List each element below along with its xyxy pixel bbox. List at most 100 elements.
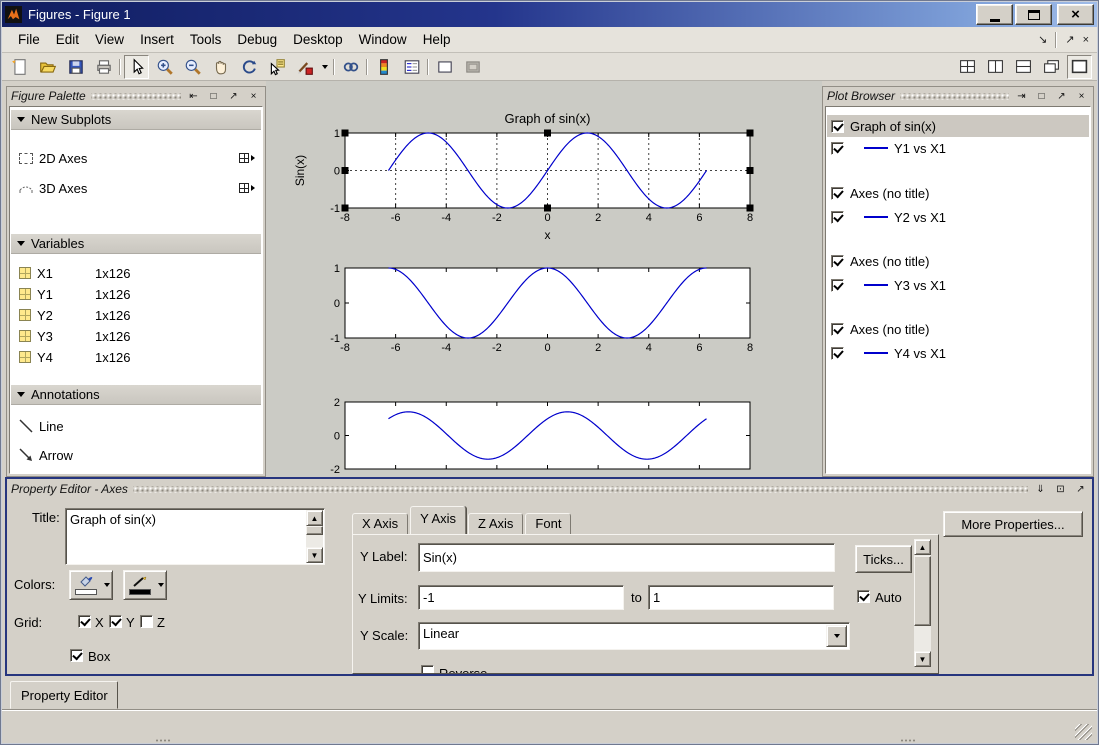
new-figure-button[interactable] xyxy=(7,55,32,79)
insert-colorbar-button[interactable] xyxy=(371,55,396,79)
visibility-checkbox[interactable] xyxy=(831,211,844,224)
visibility-checkbox[interactable] xyxy=(831,120,844,133)
ticks-button[interactable]: Ticks... xyxy=(855,545,912,573)
tile-grid-button[interactable] xyxy=(955,55,980,79)
annotation-item-line[interactable]: Line xyxy=(11,415,261,437)
data-cursor-button[interactable] xyxy=(264,55,289,79)
fill-color-button[interactable] xyxy=(69,570,113,600)
brush-dropdown-icon[interactable] xyxy=(322,65,328,69)
undock-panel-icon[interactable]: ↗ xyxy=(1073,483,1088,496)
tab-z-axis[interactable]: Z Axis xyxy=(468,513,523,534)
reverse-checkbox[interactable] xyxy=(421,665,434,674)
variable-row-x1[interactable]: X1 1x126 xyxy=(11,262,261,284)
pin-left-icon[interactable]: ⇤ xyxy=(186,90,201,103)
auto-limits-checkbox[interactable] xyxy=(857,590,870,603)
more-properties-button[interactable]: More Properties... xyxy=(943,511,1083,537)
dock-figure-icon[interactable]: ↘ xyxy=(1038,33,1047,46)
subplot-grid-picker[interactable] xyxy=(239,183,255,193)
close-figure-icon[interactable]: × xyxy=(1083,34,1089,46)
panel-texture[interactable] xyxy=(91,93,181,100)
variable-row-y1[interactable]: Y1 1x126 xyxy=(11,283,261,305)
close-panel-icon[interactable]: × xyxy=(246,90,261,103)
panel-texture[interactable] xyxy=(900,93,1009,100)
rotate-3d-button[interactable] xyxy=(236,55,261,79)
menu-tools[interactable]: Tools xyxy=(182,29,230,50)
panel-texture[interactable] xyxy=(133,486,1028,493)
pan-button[interactable] xyxy=(208,55,233,79)
close-panel-icon[interactable]: × xyxy=(1074,90,1089,103)
scroll-down-icon[interactable]: ▼ xyxy=(306,547,323,563)
visibility-checkbox[interactable] xyxy=(831,142,844,155)
tab-x-axis[interactable]: X Axis xyxy=(352,513,408,534)
visibility-checkbox[interactable] xyxy=(831,347,844,360)
box-checkbox[interactable] xyxy=(70,649,83,662)
open-file-button[interactable] xyxy=(35,55,60,79)
palette-item-2d-axes[interactable]: 2D Axes xyxy=(11,147,261,169)
tab-font[interactable]: Font xyxy=(525,513,571,534)
menu-window[interactable]: Window xyxy=(351,29,415,50)
zoom-out-button[interactable] xyxy=(180,55,205,79)
visibility-checkbox[interactable] xyxy=(831,255,844,268)
close-button[interactable]: × xyxy=(1057,4,1094,25)
save-figure-button[interactable] xyxy=(63,55,88,79)
section-new-subplots[interactable]: New Subplots xyxy=(11,110,261,130)
insert-legend-button[interactable] xyxy=(399,55,424,79)
tile-horizontal-button[interactable] xyxy=(1011,55,1036,79)
visibility-checkbox[interactable] xyxy=(831,279,844,292)
browser-item-y2[interactable]: Y2 vs X1 xyxy=(827,206,1089,228)
fill-color-dropdown[interactable] xyxy=(101,583,112,587)
menu-insert[interactable]: Insert xyxy=(132,29,182,50)
menu-debug[interactable]: Debug xyxy=(229,29,285,50)
browser-item-y3[interactable]: Y3 vs X1 xyxy=(827,274,1089,296)
browser-item-y4[interactable]: Y4 vs X1 xyxy=(827,342,1089,364)
browser-item-y1[interactable]: Y1 vs X1 xyxy=(827,137,1089,159)
scroll-up-icon[interactable]: ▲ xyxy=(914,539,931,555)
browser-item-axes1[interactable]: Graph of sin(x) xyxy=(827,115,1089,137)
variable-row-y3[interactable]: Y3 1x126 xyxy=(11,325,261,347)
y-limit-min-input[interactable] xyxy=(418,585,624,610)
grid-x-checkbox[interactable] xyxy=(78,615,91,628)
maximize-button[interactable] xyxy=(1015,4,1052,25)
brush-data-button[interactable] xyxy=(292,55,317,79)
y-limit-max-input[interactable] xyxy=(648,585,834,610)
scroll-up-icon[interactable]: ▲ xyxy=(306,510,323,526)
menu-desktop[interactable]: Desktop xyxy=(285,29,351,50)
subplot-grid-picker[interactable] xyxy=(239,153,255,163)
y-label-input[interactable] xyxy=(418,543,835,572)
browser-item-axes3[interactable]: Axes (no title) xyxy=(827,250,1089,272)
tab-y-axis[interactable]: Y Axis xyxy=(410,506,466,534)
maximize-panel-icon[interactable]: □ xyxy=(1034,90,1049,103)
splitter-handle[interactable] xyxy=(155,739,171,742)
menu-view[interactable]: View xyxy=(87,29,132,50)
grid-z-checkbox[interactable] xyxy=(140,615,153,628)
section-annotations[interactable]: Annotations xyxy=(11,385,261,405)
scrollbar-thumb[interactable] xyxy=(914,556,931,626)
link-plots-button[interactable] xyxy=(338,55,363,79)
maximize-view-button[interactable] xyxy=(1067,55,1092,79)
y-scale-combobox[interactable]: Linear xyxy=(418,622,850,650)
grid-y-checkbox[interactable] xyxy=(109,615,122,628)
scrollbar-thumb[interactable] xyxy=(306,526,323,535)
maximize-panel-icon[interactable]: □ xyxy=(206,90,221,103)
browser-item-axes4[interactable]: Axes (no title) xyxy=(827,318,1089,340)
visibility-checkbox[interactable] xyxy=(831,187,844,200)
axes-title-input[interactable]: Graph of sin(x) ▲ ▼ xyxy=(65,508,325,565)
minimize-button[interactable] xyxy=(976,4,1013,25)
line-color-dropdown[interactable] xyxy=(155,583,166,587)
undock-panel-icon[interactable]: ↗ xyxy=(1054,90,1069,103)
visibility-checkbox[interactable] xyxy=(831,323,844,336)
menu-help[interactable]: Help xyxy=(415,29,459,50)
variable-row-y4[interactable]: Y4 1x126 xyxy=(11,346,261,368)
undock-panel-icon[interactable]: ↗ xyxy=(226,90,241,103)
restore-panel-icon[interactable]: ⊡ xyxy=(1053,483,1068,496)
title-scrollbar[interactable]: ▲ ▼ xyxy=(306,510,323,563)
menu-edit[interactable]: Edit xyxy=(48,29,87,50)
annotation-item-arrow[interactable]: Arrow xyxy=(11,444,261,466)
hide-plot-tools-button[interactable] xyxy=(432,55,457,79)
show-plot-tools-button[interactable] xyxy=(460,55,485,79)
zoom-in-button[interactable] xyxy=(152,55,177,79)
pin-right-icon[interactable]: ⇥ xyxy=(1014,90,1029,103)
edit-plot-button[interactable] xyxy=(124,55,149,79)
tab-content-scrollbar[interactable]: ▲ ▼ xyxy=(914,539,931,667)
cascade-windows-button[interactable] xyxy=(1039,55,1064,79)
